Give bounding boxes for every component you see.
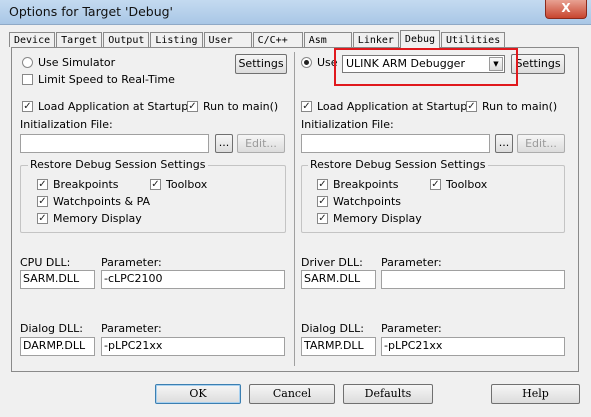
right-memory-display-label: Memory Display xyxy=(333,212,422,225)
right-init-file-input[interactable] xyxy=(301,134,490,153)
right-settings-button[interactable]: Settings xyxy=(511,54,565,74)
tab-device[interactable]: Device xyxy=(9,32,56,47)
right-browse-button[interactable]: ... xyxy=(495,134,513,153)
left-toolbox-label: Toolbox xyxy=(166,178,208,191)
right-dialog-dll-input[interactable]: TARMP.DLL xyxy=(301,337,376,356)
tab-strip: Device Target Output Listing User C/C++ … xyxy=(9,30,506,48)
right-restore-group-label: Restore Debug Session Settings xyxy=(308,158,488,171)
title-bar: Options for Target 'Debug' X xyxy=(0,0,591,25)
tab-debug[interactable]: Debug xyxy=(399,30,441,48)
ok-button[interactable]: OK xyxy=(155,384,241,404)
right-dialog-dll-label: Dialog DLL: xyxy=(301,322,364,335)
left-init-file-label: Initialization File: xyxy=(20,118,113,131)
left-toolbox-checkbox[interactable]: ✓ xyxy=(150,179,161,190)
left-settings-button[interactable]: Settings xyxy=(235,54,287,74)
left-browse-button[interactable]: ... xyxy=(215,134,233,153)
driver-parameter-input[interactable] xyxy=(381,270,565,289)
tab-linker[interactable]: Linker xyxy=(352,32,399,47)
left-init-file-input[interactable] xyxy=(20,134,209,153)
right-breakpoints-checkbox[interactable]: ✓ xyxy=(317,179,328,190)
right-memory-display-checkbox[interactable]: ✓ xyxy=(317,213,328,224)
defaults-button[interactable]: Defaults xyxy=(343,384,433,404)
right-toolbox-label: Toolbox xyxy=(446,178,488,191)
left-dialog-parameter-label: Parameter: xyxy=(101,322,162,335)
cpu-parameter-label: Parameter: xyxy=(101,256,162,269)
window-title: Options for Target 'Debug' xyxy=(9,4,173,19)
right-toolbox-checkbox[interactable]: ✓ xyxy=(430,179,441,190)
tab-listing[interactable]: Listing xyxy=(150,32,203,47)
right-dialog-parameter-input[interactable]: -pLPC21xx xyxy=(381,337,565,356)
right-run-to-main-checkbox[interactable]: ✓ xyxy=(466,101,477,112)
driver-dll-label: Driver DLL: xyxy=(301,256,363,269)
left-dialog-parameter-input[interactable]: -pLPC21xx xyxy=(101,337,285,356)
right-watchpoints-checkbox[interactable]: ✓ xyxy=(317,196,328,207)
limit-speed-label: Limit Speed to Real-Time xyxy=(38,73,175,86)
left-memory-display-checkbox[interactable]: ✓ xyxy=(37,213,48,224)
tab-c-cpp[interactable]: C/C++ xyxy=(252,32,303,47)
tab-utilities[interactable]: Utilities xyxy=(441,32,506,47)
close-icon: X xyxy=(561,1,571,15)
debugger-highlight-box xyxy=(334,48,518,86)
close-button[interactable]: X xyxy=(545,0,587,19)
use-simulator-label: Use Simulator xyxy=(38,56,116,69)
cpu-parameter-input[interactable]: -cLPC2100 xyxy=(101,270,285,289)
left-breakpoints-label: Breakpoints xyxy=(53,178,119,191)
tab-target[interactable]: Target xyxy=(56,32,103,47)
use-debugger-radio[interactable] xyxy=(301,57,312,68)
left-restore-group-label: Restore Debug Session Settings xyxy=(28,158,208,171)
limit-speed-checkbox[interactable] xyxy=(22,74,33,85)
left-edit-button[interactable]: Edit... xyxy=(237,134,285,153)
column-divider xyxy=(294,52,295,366)
cancel-button[interactable]: Cancel xyxy=(249,384,335,404)
right-load-app-checkbox[interactable]: ✓ xyxy=(301,101,312,112)
left-load-app-label: Load Application at Startup xyxy=(38,100,189,113)
left-run-to-main-label: Run to main() xyxy=(203,100,279,113)
right-breakpoints-label: Breakpoints xyxy=(333,178,399,191)
right-watchpoints-label: Watchpoints xyxy=(333,195,402,208)
driver-parameter-label: Parameter: xyxy=(381,256,442,269)
tab-asm[interactable]: Asm xyxy=(303,32,352,47)
left-breakpoints-checkbox[interactable]: ✓ xyxy=(37,179,48,190)
tab-user[interactable]: User xyxy=(203,32,252,47)
driver-dll-input[interactable]: SARM.DLL xyxy=(301,270,376,289)
tab-output[interactable]: Output xyxy=(103,32,150,47)
right-run-to-main-label: Run to main() xyxy=(482,100,558,113)
right-load-app-label: Load Application at Startup xyxy=(317,100,468,113)
cpu-dll-label: CPU DLL: xyxy=(20,256,71,269)
left-memory-display-label: Memory Display xyxy=(53,212,142,225)
use-simulator-radio[interactable] xyxy=(22,57,33,68)
left-watchpoints-label: Watchpoints & PA xyxy=(53,195,151,208)
left-run-to-main-checkbox[interactable]: ✓ xyxy=(187,101,198,112)
help-button[interactable]: Help xyxy=(491,384,580,404)
cpu-dll-input[interactable]: SARM.DLL xyxy=(20,270,95,289)
left-watchpoints-checkbox[interactable]: ✓ xyxy=(37,196,48,207)
right-dialog-parameter-label: Parameter: xyxy=(381,322,442,335)
left-dialog-dll-label: Dialog DLL: xyxy=(20,322,83,335)
right-init-file-label: Initialization File: xyxy=(301,118,394,131)
left-load-app-checkbox[interactable]: ✓ xyxy=(22,101,33,112)
left-dialog-dll-input[interactable]: DARMP.DLL xyxy=(20,337,95,356)
right-edit-button[interactable]: Edit... xyxy=(517,134,565,153)
